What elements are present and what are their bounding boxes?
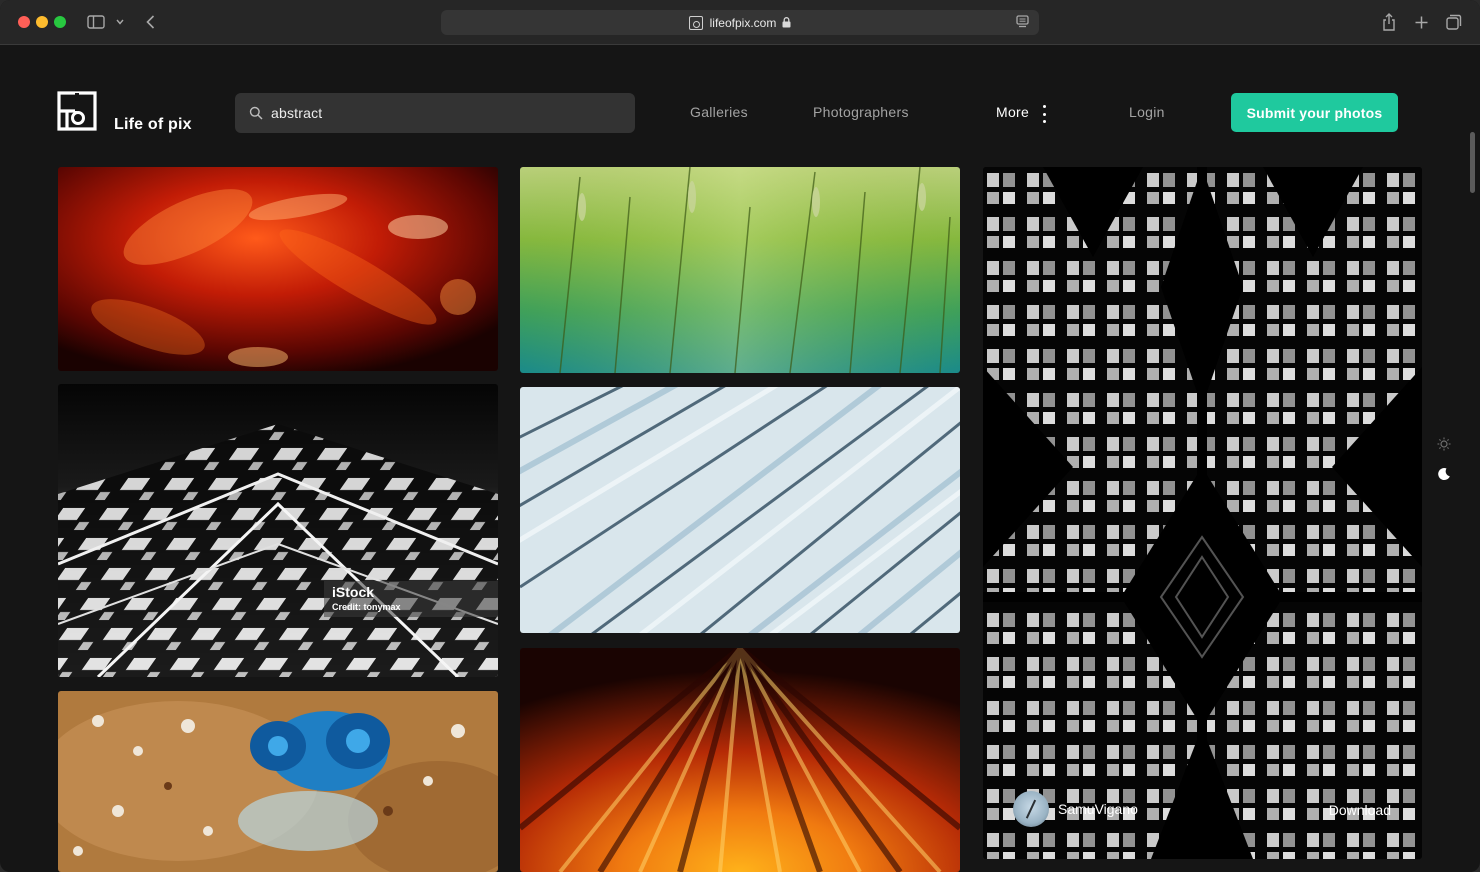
back-arrow-icon[interactable] (144, 12, 156, 32)
search-icon (249, 106, 263, 120)
photo-mineral-texture[interactable] (58, 691, 498, 872)
photo-orange-light-streaks[interactable] (520, 648, 960, 872)
url-text: lifeofpix.com (709, 15, 777, 30)
nav-more[interactable]: More (996, 104, 1029, 120)
photo-symmetric-building[interactable]: SamuVigano Download (983, 167, 1422, 859)
photo-glacier-ice[interactable] (520, 387, 960, 633)
download-button[interactable]: Download (1329, 802, 1391, 818)
author-avatar[interactable] (1013, 791, 1049, 827)
browser-toolbar: lifeofpix.com (0, 0, 1480, 45)
more-dots-icon[interactable] (1041, 105, 1047, 123)
site-logo-text[interactable]: Life of pix (114, 116, 192, 134)
lock-icon (782, 17, 791, 28)
photo-red-bokeh[interactable] (58, 167, 498, 371)
site-favicon-icon (688, 15, 703, 30)
nav-galleries[interactable]: Galleries (690, 104, 748, 120)
maximize-window-button[interactable] (54, 16, 66, 28)
sidebar-toggle-icon[interactable] (87, 12, 105, 32)
istock-badge[interactable]: iStock Credit: tonymax (324, 581, 498, 617)
tabs-overview-icon[interactable] (1446, 12, 1462, 32)
address-bar[interactable]: lifeofpix.com (441, 10, 1039, 35)
chevron-down-icon[interactable] (115, 12, 125, 32)
search-input[interactable]: abstract (235, 93, 635, 133)
reader-icon[interactable] (1016, 15, 1029, 31)
search-value[interactable]: abstract (271, 105, 322, 121)
author-name[interactable]: SamuVigano (1058, 801, 1138, 817)
minimize-window-button[interactable] (36, 16, 48, 28)
logo-icon[interactable] (57, 91, 97, 131)
share-icon[interactable] (1381, 12, 1396, 32)
close-window-button[interactable] (18, 16, 30, 28)
page-scrollbar[interactable] (1470, 132, 1475, 193)
moon-icon[interactable] (1437, 467, 1451, 481)
photo-geometric-architecture[interactable]: iStock Credit: tonymax (58, 384, 498, 677)
submit-photos-button[interactable]: Submit your photos (1231, 93, 1398, 132)
new-tab-icon[interactable] (1414, 12, 1428, 32)
nav-login[interactable]: Login (1129, 104, 1165, 120)
sun-icon[interactable] (1437, 437, 1451, 451)
istock-brand: iStock (332, 584, 375, 600)
photo-green-grass[interactable] (520, 167, 960, 373)
photo-author[interactable]: SamuVigano (1013, 791, 1138, 827)
istock-credit: Credit: tonymax (332, 602, 401, 612)
browser-window: lifeofpix.com Life of pix abstract Galle… (0, 0, 1480, 872)
nav-photographers[interactable]: Photographers (813, 104, 909, 120)
